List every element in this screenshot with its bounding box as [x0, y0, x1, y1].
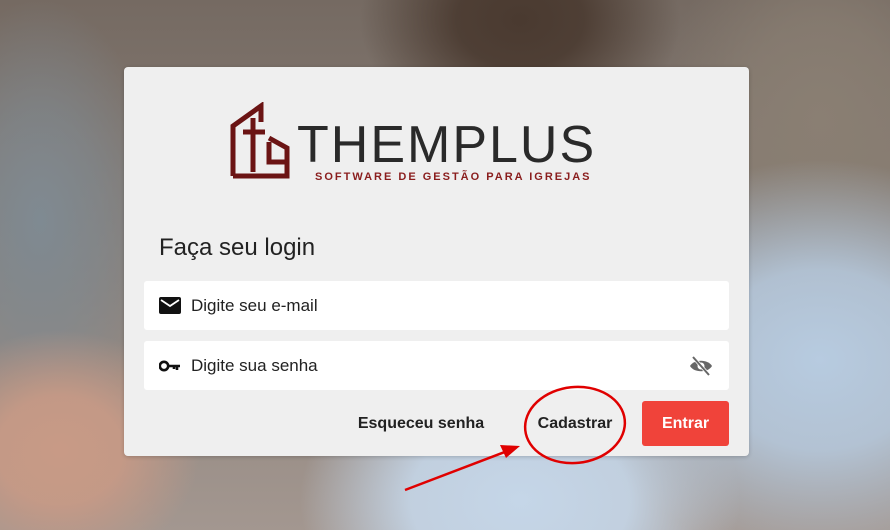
- login-title: Faça seu login: [159, 234, 316, 261]
- brand-tagline: SOFTWARE DE GESTÃO PARA IGREJAS: [315, 170, 592, 182]
- envelope-icon: [159, 295, 181, 317]
- church-mark-icon: [230, 102, 290, 179]
- eye-slash-icon[interactable]: [688, 355, 714, 377]
- login-button[interactable]: Entrar: [642, 401, 729, 446]
- login-card: THEMPLUS SOFTWARE DE GESTÃO PARA IGREJAS…: [124, 67, 749, 456]
- key-icon: [159, 355, 181, 377]
- email-field[interactable]: [144, 281, 729, 330]
- password-input[interactable]: [191, 355, 688, 376]
- themplus-logo: THEMPLUS SOFTWARE DE GESTÃO PARA IGREJAS: [230, 102, 596, 182]
- email-input[interactable]: [191, 295, 729, 316]
- register-button[interactable]: Cadastrar: [532, 401, 618, 447]
- brand-name: THEMPLUS: [297, 116, 596, 174]
- forgot-password-button[interactable]: Esqueceu senha: [356, 401, 486, 447]
- password-field[interactable]: [144, 341, 729, 390]
